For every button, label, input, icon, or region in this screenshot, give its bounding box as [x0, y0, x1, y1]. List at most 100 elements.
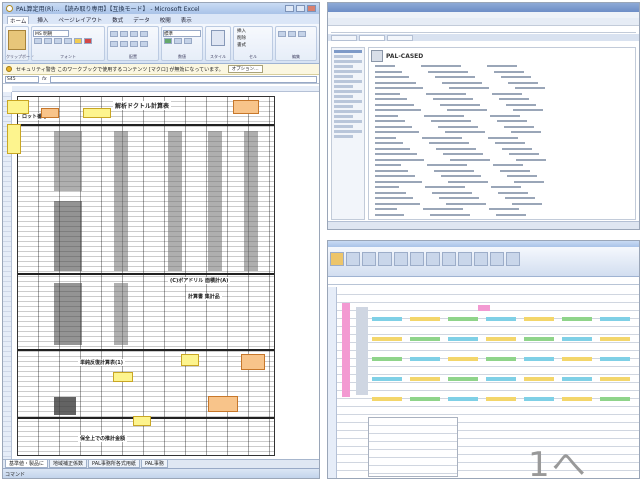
ribbon-button[interactable]: [346, 252, 360, 266]
autosum-button[interactable]: [278, 31, 286, 37]
sidebar-item[interactable]: [334, 130, 362, 133]
styles-button[interactable]: [211, 30, 225, 46]
merge-button[interactable]: [140, 41, 148, 47]
file-row[interactable]: [371, 97, 633, 101]
format-cells-button[interactable]: 書式: [237, 42, 271, 49]
file-row[interactable]: [371, 108, 633, 112]
office-button-icon[interactable]: [6, 5, 13, 12]
minimize-icon[interactable]: [285, 5, 294, 12]
sidebar-item[interactable]: [334, 135, 354, 138]
tab-insert[interactable]: 挿入: [35, 16, 50, 24]
file-row[interactable]: [371, 174, 633, 178]
file-row[interactable]: [371, 180, 633, 184]
name-box[interactable]: S45: [5, 75, 39, 83]
percent-button[interactable]: [174, 38, 182, 44]
align-center-button[interactable]: [120, 41, 128, 47]
file-row[interactable]: [371, 70, 633, 74]
sheet-tab[interactable]: PAL事務所各式用紙: [88, 460, 140, 468]
sidebar-item[interactable]: [334, 115, 354, 118]
tab-review[interactable]: 校閲: [158, 16, 173, 24]
italic-button[interactable]: [44, 38, 52, 44]
file-row[interactable]: [371, 81, 633, 85]
security-options-button[interactable]: オプション…: [227, 65, 263, 73]
file-row[interactable]: [371, 147, 633, 151]
formula-bar[interactable]: [328, 277, 639, 285]
sidebar-item[interactable]: [334, 60, 362, 63]
currency-button[interactable]: [164, 38, 172, 44]
ribbon-button[interactable]: [426, 252, 440, 266]
file-row[interactable]: [371, 130, 633, 134]
fx-icon[interactable]: fx: [42, 76, 47, 82]
ribbon-button[interactable]: [506, 252, 520, 266]
align-right-button[interactable]: [130, 41, 138, 47]
tab[interactable]: [387, 35, 413, 41]
sidebar-item[interactable]: [334, 65, 354, 68]
file-row[interactable]: [371, 196, 633, 200]
bold-button[interactable]: [34, 38, 42, 44]
ribbon-button[interactable]: [394, 252, 408, 266]
file-row[interactable]: [371, 163, 633, 167]
underline-button[interactable]: [54, 38, 62, 44]
file-row[interactable]: [371, 119, 633, 123]
wrap-button[interactable]: [140, 31, 148, 37]
ribbon-button[interactable]: [458, 252, 472, 266]
sheet-tab[interactable]: PAL事務: [140, 460, 168, 468]
sort-button[interactable]: [288, 31, 296, 37]
sheet-tab[interactable]: 基準値・製品に: [5, 460, 49, 468]
comma-button[interactable]: [184, 38, 192, 44]
close-icon[interactable]: [307, 5, 316, 12]
file-row[interactable]: [371, 136, 633, 140]
ribbon-button[interactable]: [362, 252, 376, 266]
file-row[interactable]: [371, 152, 633, 156]
summary-table[interactable]: [368, 417, 458, 477]
align-bottom-button[interactable]: [130, 31, 138, 37]
paste-button[interactable]: [8, 30, 26, 50]
file-row[interactable]: [371, 114, 633, 118]
tab-formulas[interactable]: 数式: [110, 16, 125, 24]
align-top-button[interactable]: [110, 31, 118, 37]
worksheet[interactable]: 1へ: [328, 287, 639, 478]
file-row[interactable]: [371, 213, 633, 217]
file-row[interactable]: [371, 75, 633, 79]
address-bar[interactable]: [331, 27, 636, 33]
fill-color-button[interactable]: [74, 38, 82, 44]
tab-view[interactable]: 表示: [179, 16, 194, 24]
ribbon-button[interactable]: [474, 252, 488, 266]
formula-input[interactable]: [49, 75, 317, 83]
ribbon-button[interactable]: [378, 252, 392, 266]
file-row[interactable]: [371, 207, 633, 211]
file-row[interactable]: [371, 191, 633, 195]
sidebar-item[interactable]: [334, 90, 362, 93]
sidebar-item[interactable]: [334, 120, 362, 123]
number-format-select[interactable]: 標準: [163, 30, 201, 37]
tab-home[interactable]: ホーム: [7, 16, 30, 25]
worksheet[interactable]: 解析ドクトル計算表 ロット番号 (C)ボアドリル 面積計(A) 計算書 集計品 …: [3, 86, 319, 461]
file-row[interactable]: [371, 202, 633, 206]
sidebar-item[interactable]: [334, 125, 354, 128]
file-row[interactable]: [371, 125, 633, 129]
sidebar-item[interactable]: [334, 55, 354, 58]
sidebar-item[interactable]: [334, 80, 362, 83]
sidebar-item[interactable]: [334, 70, 362, 73]
file-row[interactable]: [371, 103, 633, 107]
delete-cells-button[interactable]: 削除: [237, 35, 271, 42]
sidebar-item[interactable]: [334, 75, 354, 78]
sidebar-item[interactable]: [334, 85, 354, 88]
sidebar-item[interactable]: [334, 110, 362, 113]
tab-page-layout[interactable]: ページレイアウト: [56, 16, 104, 24]
sidebar-item[interactable]: [334, 100, 362, 103]
sidebar-item[interactable]: [334, 105, 354, 108]
sidebar-item[interactable]: [334, 50, 362, 53]
ribbon-button[interactable]: [490, 252, 504, 266]
tab[interactable]: [331, 35, 357, 41]
insert-cells-button[interactable]: 挿入: [237, 28, 271, 35]
align-left-button[interactable]: [110, 41, 118, 47]
font-color-button[interactable]: [84, 38, 92, 44]
file-row[interactable]: [371, 185, 633, 189]
file-row[interactable]: [371, 86, 633, 90]
file-row[interactable]: [371, 169, 633, 173]
tab-data[interactable]: データ: [131, 16, 152, 24]
ribbon-button[interactable]: [442, 252, 456, 266]
align-middle-button[interactable]: [120, 31, 128, 37]
maximize-icon[interactable]: [296, 5, 305, 12]
